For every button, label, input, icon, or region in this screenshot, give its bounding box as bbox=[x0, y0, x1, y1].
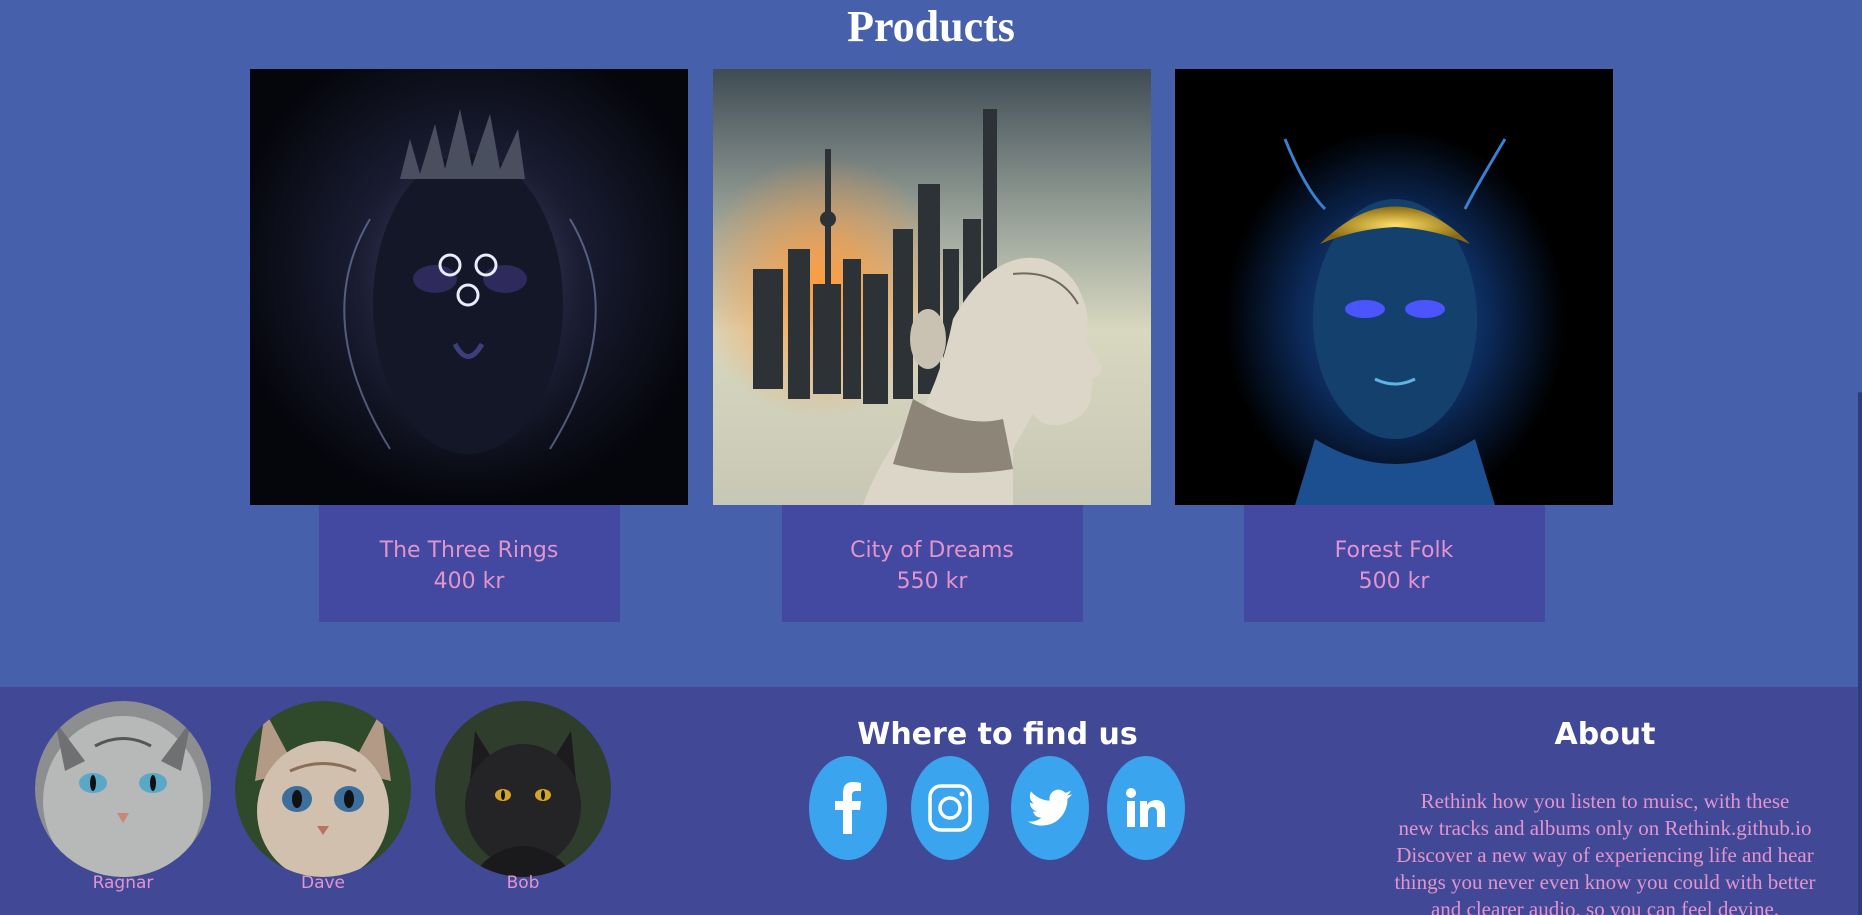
team-member-ragnar: Ragnar bbox=[35, 701, 211, 893]
about-line: things you never even know you could wit… bbox=[1394, 870, 1816, 894]
team-member-name: Bob bbox=[506, 873, 540, 893]
about-line: Discover a new way of experiencing life … bbox=[1396, 843, 1814, 867]
facebook-link[interactable] bbox=[809, 756, 887, 860]
twitter-link[interactable] bbox=[1011, 756, 1089, 860]
about-line: and clearer audio, so you can feel devin… bbox=[1430, 897, 1780, 915]
product-name: The Three Rings bbox=[379, 538, 559, 563]
products-heading: Products bbox=[847, 2, 1015, 51]
facebook-icon bbox=[835, 782, 861, 834]
product-card-the-three-rings[interactable]: The Three Rings 400 kr bbox=[250, 69, 688, 622]
twitter-icon bbox=[1028, 789, 1072, 826]
linkedin-link[interactable] bbox=[1107, 756, 1185, 860]
team-member-dave: Dave bbox=[235, 701, 411, 893]
product-price: 550 kr bbox=[896, 569, 968, 594]
product-info: City of Dreams 550 kr bbox=[781, 505, 1083, 622]
product-info: The Three Rings 400 kr bbox=[318, 505, 620, 622]
page-scrollbar[interactable] bbox=[1856, 0, 1862, 915]
page: Products The Three Rings 400 kr City of … bbox=[0, 0, 1862, 915]
product-info: Forest Folk 500 kr bbox=[1243, 505, 1545, 622]
find-us-heading: Where to find us bbox=[857, 717, 1138, 752]
avatar bbox=[435, 701, 611, 877]
instagram-icon bbox=[928, 784, 972, 832]
about-heading: About bbox=[1554, 717, 1656, 752]
product-image[interactable] bbox=[713, 69, 1151, 505]
product-image[interactable] bbox=[250, 69, 688, 505]
product-name: City of Dreams bbox=[850, 538, 1014, 563]
product-card-forest-folk[interactable]: Forest Folk 500 kr bbox=[1175, 69, 1613, 622]
product-name: Forest Folk bbox=[1334, 538, 1454, 563]
about-line: new tracks and albums only on Rethink.gi… bbox=[1398, 816, 1812, 840]
team-member-name: Ragnar bbox=[92, 873, 154, 893]
avatar bbox=[35, 701, 211, 877]
linkedin-icon bbox=[1126, 788, 1165, 827]
product-price: 400 kr bbox=[433, 569, 505, 594]
product-image[interactable] bbox=[1175, 69, 1613, 505]
team-member-bob: Bob bbox=[435, 701, 611, 893]
avatar bbox=[235, 701, 411, 877]
product-price: 500 kr bbox=[1358, 569, 1430, 594]
about-text: Rethink how you listen to muisc, with th… bbox=[1365, 788, 1845, 915]
about-line: Rethink how you listen to muisc, with th… bbox=[1420, 789, 1790, 813]
product-card-city-of-dreams[interactable]: City of Dreams 550 kr bbox=[713, 69, 1151, 622]
team-member-name: Dave bbox=[300, 873, 346, 893]
instagram-link[interactable] bbox=[911, 756, 989, 860]
footer: Ragnar Dave Bob Where to find us About R… bbox=[0, 687, 1862, 915]
scrollbar-thumb[interactable] bbox=[1858, 392, 1862, 915]
